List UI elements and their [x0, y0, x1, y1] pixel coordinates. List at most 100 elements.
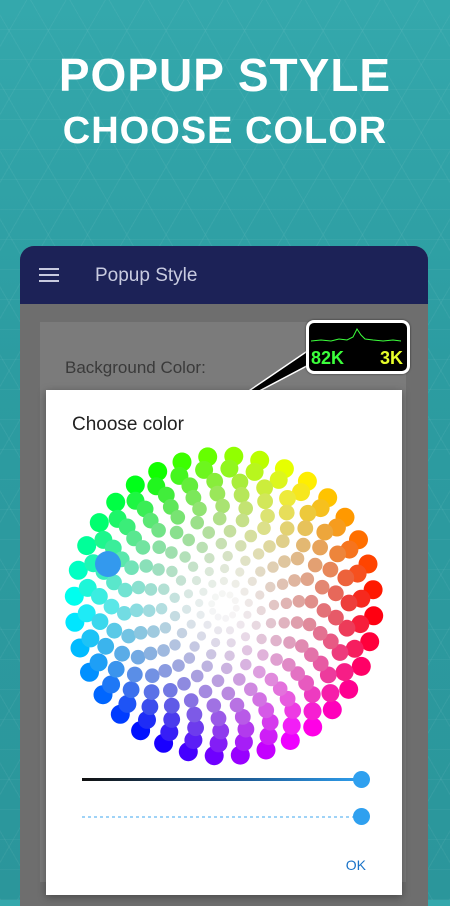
color-swatch-dot[interactable]	[251, 620, 261, 630]
color-swatch-dot[interactable]	[206, 698, 222, 713]
color-swatch-dot[interactable]	[190, 669, 204, 683]
color-swatch-dot[interactable]	[202, 526, 215, 539]
color-swatch-dot[interactable]	[122, 681, 140, 699]
color-swatch-dot[interactable]	[263, 540, 276, 553]
color-swatch-dot[interactable]	[182, 533, 195, 547]
color-swatch-dot[interactable]	[143, 646, 158, 661]
color-swatch-dot[interactable]	[201, 660, 213, 672]
color-swatch-dot[interactable]	[189, 641, 200, 652]
color-swatch-dot[interactable]	[322, 700, 342, 720]
color-swatch-dot[interactable]	[144, 583, 158, 596]
color-swatch-dot[interactable]	[223, 524, 237, 538]
color-swatch-dot[interactable]	[125, 475, 145, 495]
color-swatch-dot[interactable]	[279, 490, 296, 507]
color-swatch-dot[interactable]	[209, 607, 217, 615]
color-swatch-dot[interactable]	[233, 487, 250, 503]
color-swatch-dot[interactable]	[215, 537, 227, 550]
color-swatch-dot[interactable]	[121, 628, 136, 644]
color-swatch-dot[interactable]	[214, 626, 223, 635]
color-swatch-dot[interactable]	[235, 540, 247, 552]
color-swatch-dot[interactable]	[187, 561, 199, 572]
color-swatch-dot[interactable]	[304, 594, 319, 609]
color-swatch-dot[interactable]	[169, 592, 180, 603]
color-swatch-dot[interactable]	[243, 610, 252, 619]
color-swatch-dot[interactable]	[231, 597, 239, 605]
color-swatch-dot[interactable]	[186, 706, 203, 723]
color-swatch-dot[interactable]	[170, 510, 186, 525]
color-swatch-dot[interactable]	[307, 557, 323, 573]
color-swatch-dot[interactable]	[267, 561, 279, 573]
color-swatch-dot[interactable]	[303, 702, 322, 721]
color-swatch-dot[interactable]	[165, 546, 178, 559]
color-swatch-dot[interactable]	[283, 636, 296, 649]
color-swatch-dot[interactable]	[118, 582, 133, 598]
color-swatch-dot[interactable]	[195, 598, 204, 608]
color-swatch-dot[interactable]	[256, 605, 266, 616]
color-swatch-dot[interactable]	[240, 632, 251, 642]
color-swatch-dot[interactable]	[257, 649, 269, 661]
color-swatch-dot[interactable]	[107, 660, 125, 678]
color-swatch-dot[interactable]	[210, 710, 227, 727]
color-swatch-dot[interactable]	[278, 617, 290, 629]
color-swatch-dot[interactable]	[103, 598, 120, 615]
color-swatch-dot[interactable]	[142, 604, 156, 617]
color-swatch-dot[interactable]	[302, 617, 317, 632]
color-swatch-dot[interactable]	[297, 520, 314, 537]
color-swatch-dot[interactable]	[169, 525, 184, 540]
color-swatch-dot[interactable]	[190, 515, 204, 530]
color-swatch-dot[interactable]	[240, 587, 249, 596]
color-swatch-dot[interactable]	[329, 545, 346, 563]
color-swatch-dot[interactable]	[186, 619, 196, 629]
color-swatch-dot[interactable]	[316, 603, 332, 618]
color-swatch-dot[interactable]	[290, 616, 304, 629]
color-swatch-dot[interactable]	[158, 664, 172, 678]
color-swatch-dot[interactable]	[135, 540, 151, 555]
color-swatch-dot[interactable]	[124, 560, 139, 575]
color-swatch-dot[interactable]	[244, 598, 253, 607]
color-swatch-dot[interactable]	[244, 682, 258, 697]
color-swatch-dot[interactable]	[208, 600, 216, 608]
color-swatch-dot[interactable]	[245, 462, 264, 481]
color-swatch-dot[interactable]	[268, 599, 280, 611]
color-swatch-dot[interactable]	[183, 652, 196, 664]
color-swatch-dot[interactable]	[106, 622, 123, 639]
color-swatch-dot[interactable]	[97, 637, 115, 655]
color-swatch-dot[interactable]	[226, 591, 234, 599]
color-swatch-dot[interactable]	[176, 627, 188, 639]
color-swatch-dot[interactable]	[279, 521, 295, 536]
color-swatch-dot[interactable]	[139, 559, 153, 573]
color-swatch-dot[interactable]	[198, 684, 213, 699]
color-swatch-dot[interactable]	[220, 563, 230, 574]
color-swatch-dot[interactable]	[222, 614, 230, 622]
color-swatch-dot[interactable]	[314, 579, 330, 595]
color-swatch-dot[interactable]	[265, 581, 276, 593]
color-swatch-dot[interactable]	[152, 563, 165, 576]
color-swatch-dot[interactable]	[159, 622, 172, 634]
color-swatch-dot[interactable]	[235, 567, 245, 577]
color-swatch-dot[interactable]	[280, 597, 293, 609]
color-swatch-dot[interactable]	[222, 550, 233, 562]
color-swatch-dot[interactable]	[276, 534, 290, 548]
color-swatch-dot[interactable]	[211, 593, 219, 601]
color-swatch-dot[interactable]	[117, 606, 132, 621]
color-swatch-dot[interactable]	[157, 644, 170, 657]
color-swatch-dot[interactable]	[182, 604, 192, 614]
color-swatch-dot[interactable]	[191, 575, 202, 586]
color-swatch-dot[interactable]	[238, 501, 253, 516]
color-swatch-dot[interactable]	[196, 610, 205, 619]
color-swatch-dot[interactable]	[129, 603, 144, 618]
color-swatch-dot[interactable]	[303, 717, 323, 737]
color-swatch-dot[interactable]	[351, 656, 371, 676]
color-swatch-dot[interactable]	[321, 684, 340, 703]
color-swatch-dot[interactable]	[89, 513, 109, 533]
color-swatch-dot[interactable]	[152, 540, 166, 554]
color-swatch-dot[interactable]	[335, 663, 354, 682]
color-swatch-dot[interactable]	[204, 566, 214, 577]
color-swatch-dot[interactable]	[215, 498, 230, 514]
color-swatch-dot[interactable]	[126, 666, 143, 683]
color-swatch-dot[interactable]	[196, 631, 207, 641]
color-swatch-dot[interactable]	[278, 504, 295, 521]
color-swatch-dot[interactable]	[221, 662, 233, 675]
color-swatch-dot[interactable]	[183, 589, 194, 599]
color-swatch-dot[interactable]	[322, 561, 339, 578]
